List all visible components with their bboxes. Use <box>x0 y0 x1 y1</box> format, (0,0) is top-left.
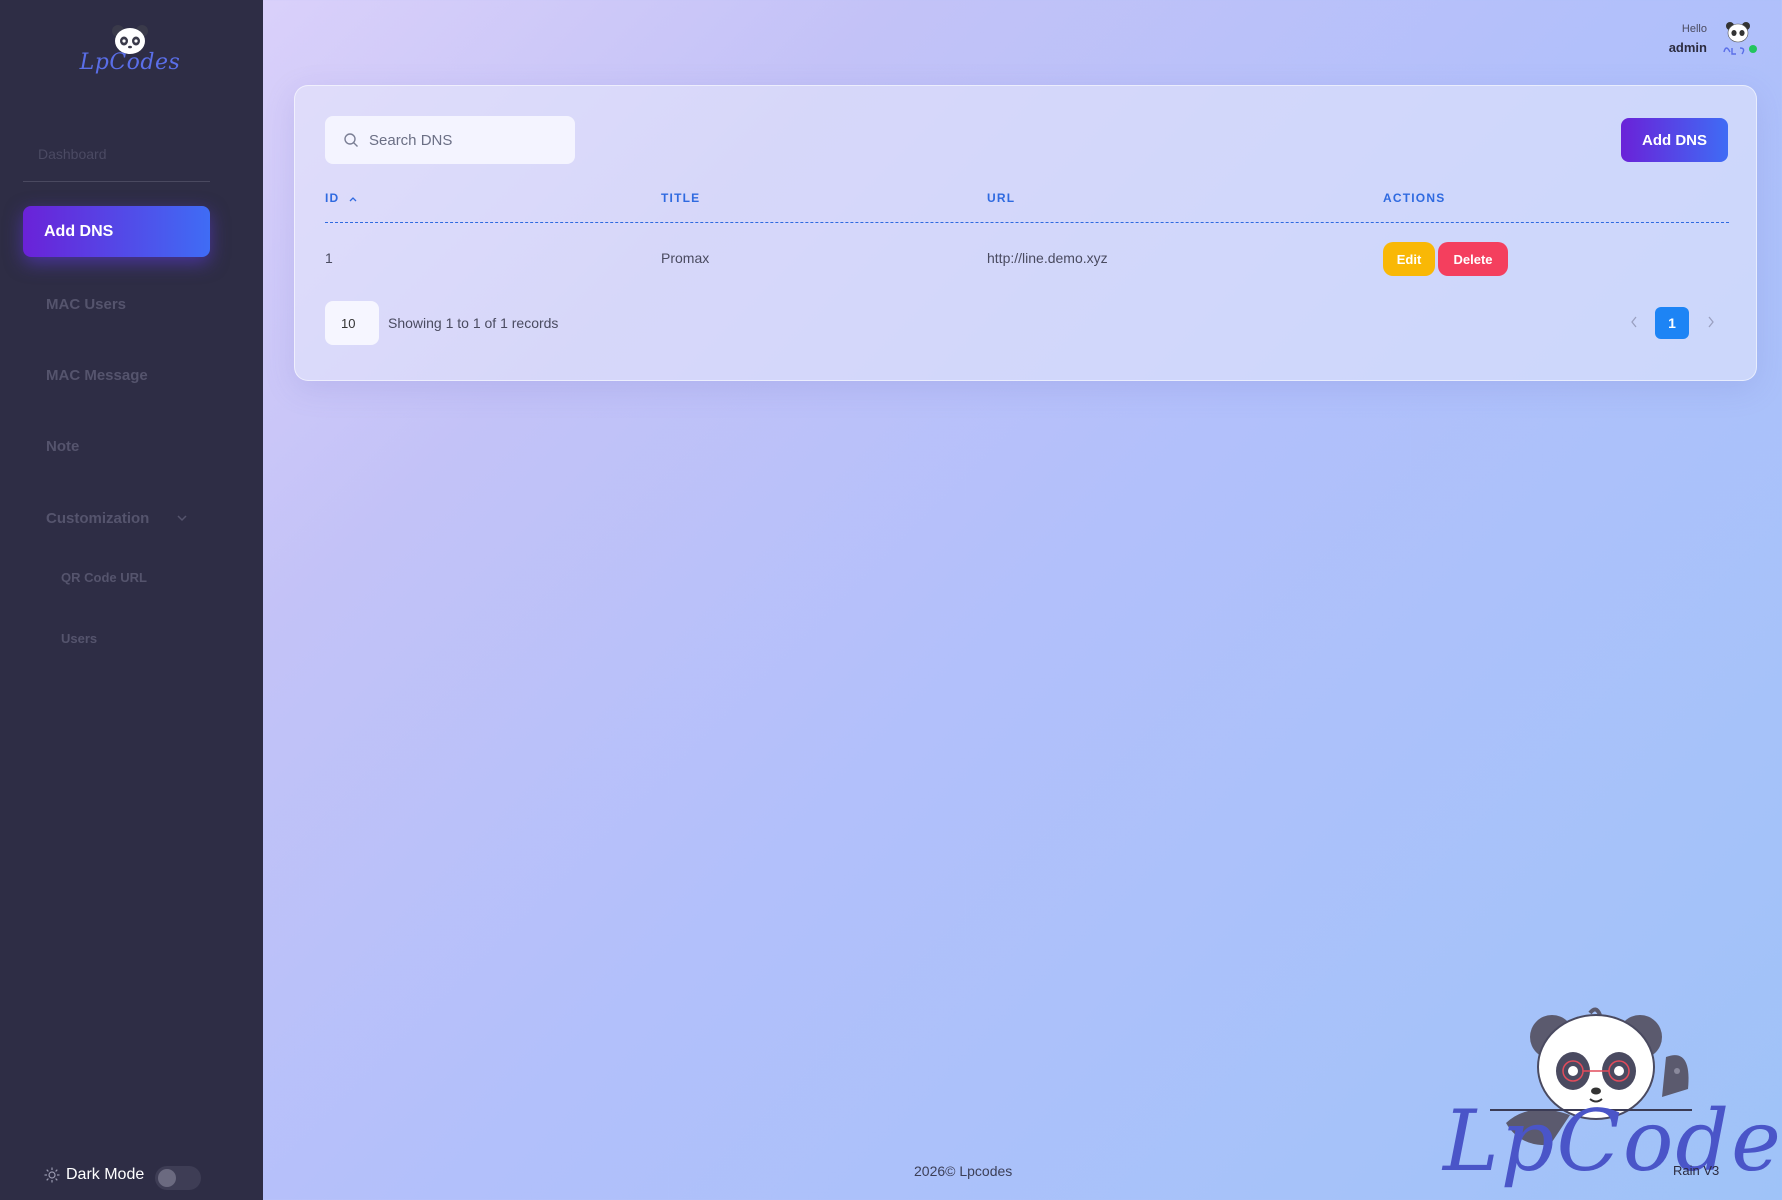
add-dns-button[interactable]: Add DNS <box>1621 118 1728 162</box>
edit-button[interactable]: Edit <box>1383 242 1435 276</box>
chevron-right-icon[interactable] <box>1706 315 1716 329</box>
chevron-down-icon[interactable] <box>176 512 188 524</box>
online-status-dot <box>1749 45 1757 53</box>
sidebar-item-dashboard[interactable]: Dashboard <box>38 146 107 162</box>
column-header-id[interactable]: ID <box>325 191 358 205</box>
sidebar-item-mac-users[interactable]: MAC Users <box>46 296 126 313</box>
search-input[interactable] <box>369 131 559 149</box>
pagination-page-current[interactable]: 1 <box>1655 307 1689 339</box>
delete-button[interactable]: Delete <box>1438 242 1508 276</box>
dark-mode-toggle[interactable] <box>155 1166 201 1190</box>
sidebar-subitem-users[interactable]: Users <box>61 631 97 646</box>
sidebar-item-add-dns[interactable]: Add DNS <box>23 206 210 257</box>
sidebar-subitem-qr-code-url[interactable]: QR Code URL <box>61 570 147 585</box>
column-header-url[interactable]: URL <box>987 191 1015 205</box>
page-size-select[interactable]: 10 <box>325 301 379 345</box>
brand-name: LpCodes <box>79 50 181 75</box>
sidebar-item-mac-message[interactable]: MAC Message <box>46 367 148 384</box>
cell-url: http://line.demo.xyz <box>987 250 1108 266</box>
sidebar-item-note[interactable]: Note <box>46 438 79 455</box>
sidebar-item-customization[interactable]: Customization <box>46 510 149 527</box>
dark-mode-label: Dark Mode <box>66 1166 145 1183</box>
chevron-left-icon[interactable] <box>1629 315 1639 329</box>
user-greeting: Hello <box>1681 23 1707 35</box>
sort-ascending-icon <box>349 196 357 202</box>
table-header-divider <box>325 222 1729 223</box>
brand-logo[interactable]: LpCodes <box>70 22 190 82</box>
sidebar: LpCodes Dashboard Add DNS MAC Users MAC … <box>0 0 263 1200</box>
mascot-brand-text: LpCodes <box>1443 1092 1782 1190</box>
search-icon <box>344 133 358 147</box>
column-header-actions: ACTIONS <box>1383 191 1446 205</box>
toggle-knob <box>158 1169 176 1187</box>
cell-id: 1 <box>325 250 333 266</box>
column-header-label: ID <box>325 191 340 205</box>
version-label: Rain V3 <box>1673 1163 1720 1178</box>
search-box[interactable] <box>325 116 575 164</box>
cell-title: Promax <box>661 250 710 266</box>
dns-table-card: Add DNS ID TITLE URL ACTIONS 1 Promax ht… <box>294 85 1757 381</box>
dark-mode-row: Dark Mode <box>44 1166 144 1184</box>
user-name[interactable]: admin <box>1669 40 1707 55</box>
records-summary: Showing 1 to 1 of 1 records <box>388 315 559 331</box>
sidebar-divider <box>23 181 210 182</box>
sun-icon <box>44 1167 60 1183</box>
column-header-title[interactable]: TITLE <box>661 191 700 205</box>
footer-copyright: 2026© Lpcodes <box>914 1163 1013 1179</box>
